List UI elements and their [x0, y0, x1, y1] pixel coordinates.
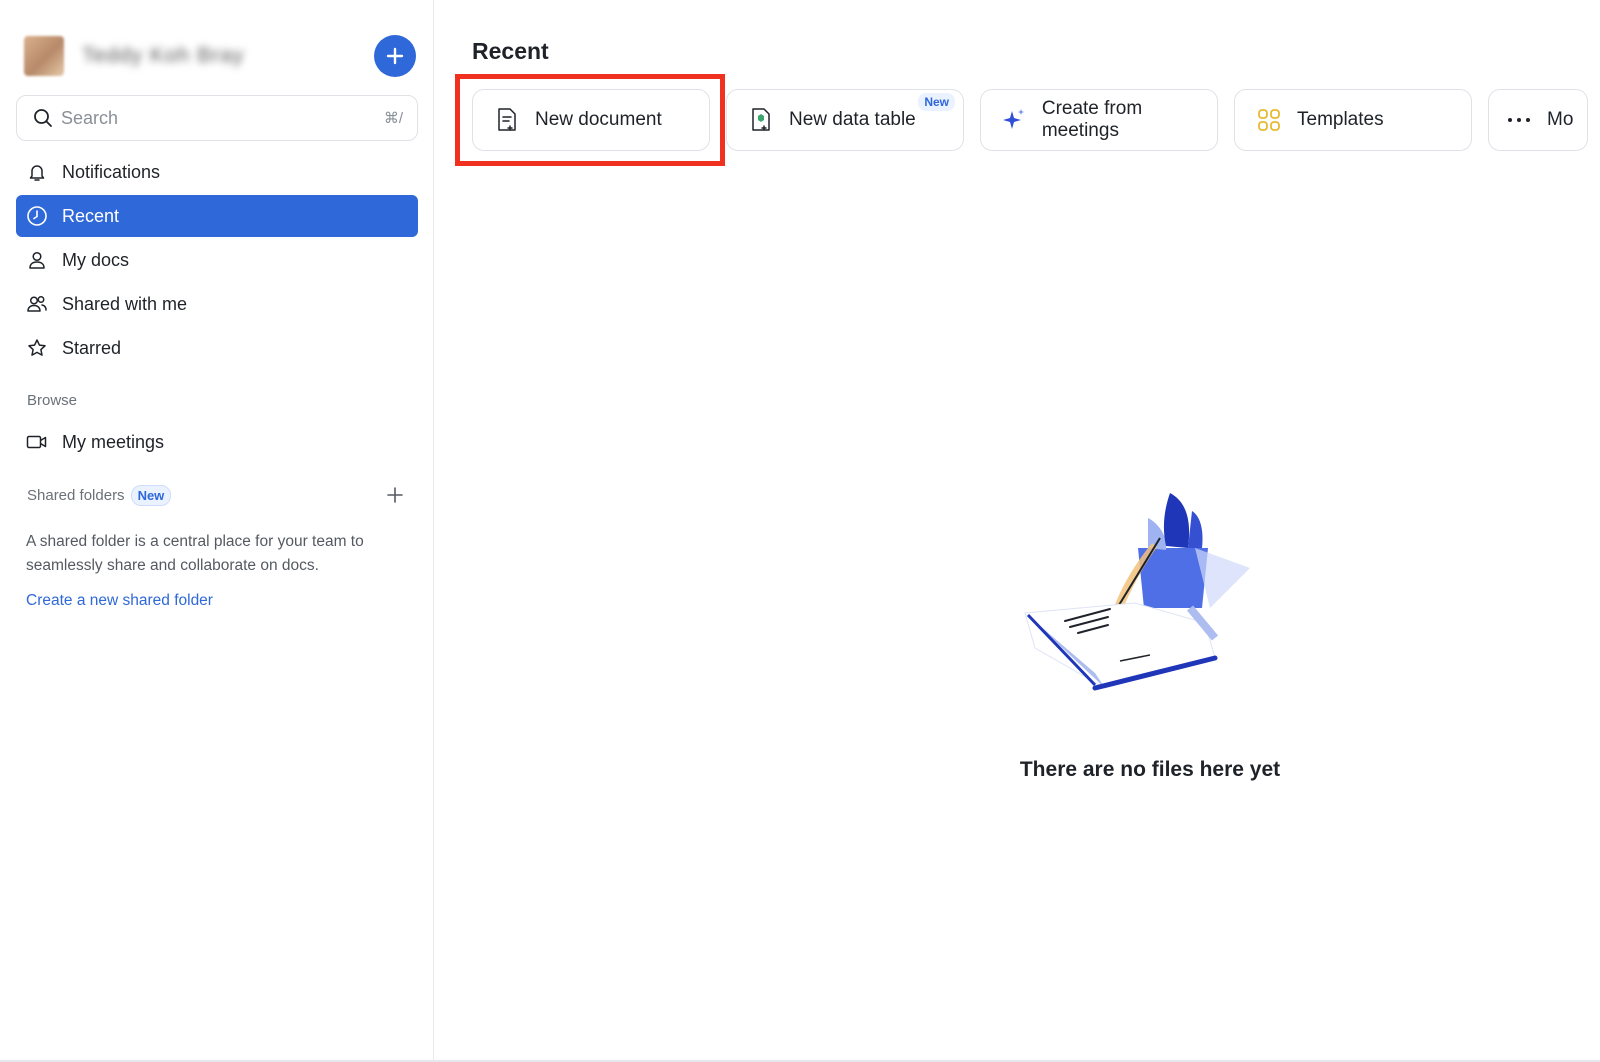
- new-badge: New: [918, 93, 955, 111]
- more-actions-button[interactable]: Mo: [1488, 89, 1588, 151]
- search-icon: [34, 109, 52, 127]
- sparkle-icon: [1001, 106, 1028, 134]
- clock-icon: [26, 205, 48, 227]
- shared-folders-heading: Shared folders: [27, 486, 125, 504]
- action-label: New data table: [789, 109, 916, 130]
- search-input[interactable]: [61, 107, 384, 129]
- sidebar-nav: Notifications Recent My docs Shared with…: [16, 151, 418, 371]
- sidebar-item-notifications[interactable]: Notifications: [16, 151, 418, 193]
- action-label: Mo: [1547, 109, 1574, 130]
- document-plus-icon: [493, 106, 521, 134]
- data-table-icon: [747, 106, 775, 134]
- search-shortcut: ⌘/: [383, 110, 403, 127]
- new-document-button[interactable]: New document: [472, 89, 710, 151]
- sidebar-item-my-docs[interactable]: My docs: [16, 239, 418, 281]
- person-icon: [26, 249, 48, 271]
- more-dots-icon: [1505, 106, 1533, 134]
- avatar[interactable]: [24, 36, 64, 76]
- search-box[interactable]: ⌘/: [16, 95, 418, 141]
- new-data-table-button[interactable]: New New data table: [726, 89, 964, 151]
- people-icon: [26, 293, 48, 315]
- bell-icon: [26, 161, 48, 183]
- browse-heading: Browse: [27, 392, 78, 409]
- sidebar-item-label: My docs: [62, 249, 130, 270]
- quick-actions: New document New New data table Create f…: [472, 89, 1588, 151]
- sidebar-item-label: My meetings: [62, 431, 165, 452]
- shared-folders-header: Shared folders New: [27, 483, 407, 507]
- sidebar-item-label: Notifications: [62, 161, 161, 182]
- user-name[interactable]: Teddy Koh Bray: [82, 44, 244, 68]
- new-badge: New: [130, 484, 172, 506]
- create-from-meetings-button[interactable]: Create from meetings: [980, 89, 1218, 151]
- sidebar-item-label: Starred: [62, 337, 122, 358]
- templates-icon: [1255, 106, 1283, 134]
- sidebar-item-label: Shared with me: [62, 293, 188, 314]
- shared-folders-description: A shared folder is a central place for y…: [26, 533, 364, 574]
- video-camera-icon: [26, 431, 48, 453]
- plus-icon: [387, 487, 403, 503]
- sidebar-item-shared-with-me[interactable]: Shared with me: [16, 283, 418, 325]
- create-new-button[interactable]: [374, 35, 416, 77]
- empty-state-message: There are no files here yet: [1019, 758, 1281, 781]
- sidebar-browse: My meetings: [16, 421, 418, 465]
- add-shared-folder-button[interactable]: [383, 483, 407, 507]
- create-shared-folder-link[interactable]: Create a new shared folder: [26, 592, 213, 610]
- page-title: Recent: [472, 38, 549, 64]
- empty-state-illustration: [1024, 493, 1250, 691]
- star-icon: [26, 337, 48, 359]
- action-label: Create from meetings: [1041, 98, 1143, 141]
- plus-icon: [386, 47, 404, 65]
- sidebar-item-label: Recent: [62, 205, 120, 226]
- profile-header: Teddy Koh Bray: [24, 34, 422, 78]
- sidebar-item-my-meetings[interactable]: My meetings: [16, 421, 418, 463]
- sidebar-item-recent[interactable]: Recent: [16, 195, 418, 237]
- templates-button[interactable]: Templates: [1234, 89, 1472, 151]
- action-label: Templates: [1297, 109, 1384, 130]
- sidebar: Teddy Koh Bray ⌘/ Notifications Recent M…: [0, 0, 434, 1062]
- sidebar-item-starred[interactable]: Starred: [16, 327, 418, 369]
- action-label: New document: [535, 109, 662, 130]
